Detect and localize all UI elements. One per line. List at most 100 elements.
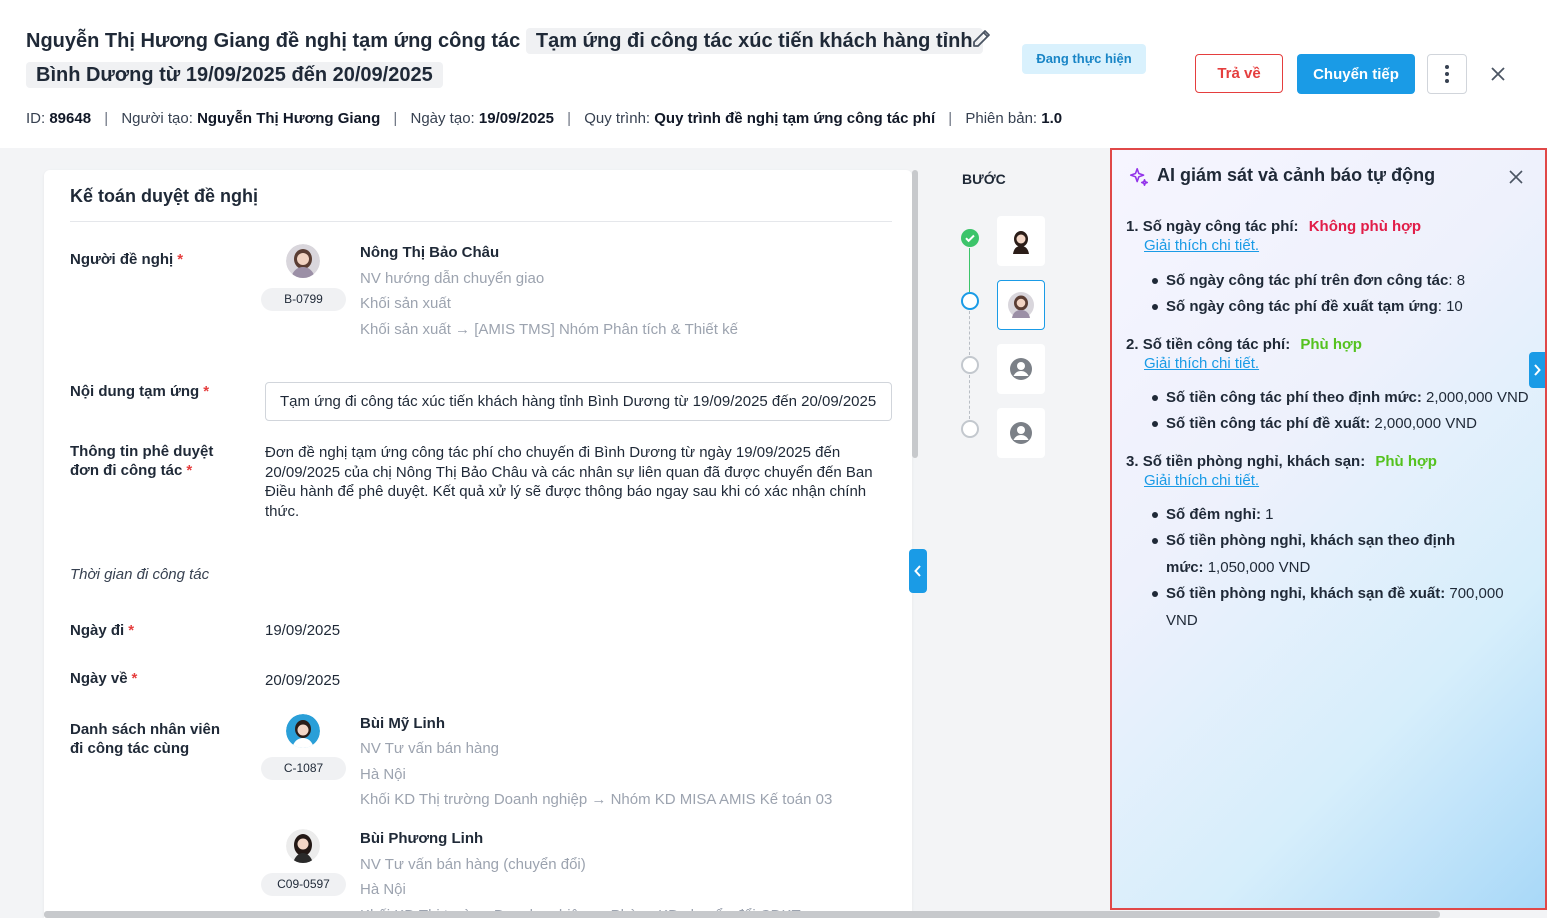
required-mark: *: [203, 383, 210, 400]
status-badge: Đang thực hiện: [1022, 44, 1146, 74]
meta-id-label: ID:: [26, 110, 46, 127]
staff-list-label: Danh sách nhân viên đi công tác cùng: [70, 720, 220, 758]
staff-org-path: Khối KD Thị trường Doanh nghiệp → Nhóm K…: [360, 791, 833, 808]
header: Nguyễn Thị Hương Giang đề nghị tạm ứng c…: [0, 0, 1547, 148]
requester-org-path: Khối sản xuất → [AMIS TMS] Nhóm Phân tíc…: [360, 321, 738, 338]
required-mark: *: [177, 251, 184, 268]
step-pending-dot[interactable]: [961, 420, 979, 438]
divider: [70, 221, 892, 222]
bullet-value: 1,050,000 VND: [1203, 558, 1311, 576]
label-text: Thông tin phê duyệt: [70, 443, 214, 460]
meta-created: 19/09/2025: [478, 110, 554, 127]
bullet-label: Số tiền phòng nghỉ, khách sạn đề xuất:: [1166, 585, 1446, 602]
label-text: Ngày đi: [70, 622, 125, 639]
staff-unit: Hà Nội: [360, 881, 406, 898]
horizontal-scrollbar[interactable]: [44, 911, 1440, 918]
steps-title: BƯỚC: [962, 171, 1006, 187]
depart-date-value[interactable]: 19/09/2025: [265, 622, 340, 639]
close-icon: [1491, 67, 1505, 81]
depart-date-label: Ngày đi *: [70, 621, 134, 640]
step-1-approver[interactable]: [997, 216, 1045, 266]
bullet-label: Số ngày công tác phí trên đơn công tác: [1166, 272, 1449, 289]
bullet-label: Số ngày công tác phí đề xuất tạm ứng: [1166, 298, 1438, 315]
requester-name[interactable]: Nông Thị Bảo Châu: [360, 244, 499, 261]
user-placeholder-icon: [1010, 422, 1032, 444]
trip-time-section: Thời gian đi công tác: [70, 566, 210, 583]
bullet-item: Số tiền phòng nghỉ, khách sạn theo định …: [1152, 528, 1496, 581]
advance-content-input[interactable]: Tạm ứng đi công tác xúc tiến khách hàng …: [265, 382, 892, 421]
page-title: Nguyễn Thị Hương Giang đề nghị tạm ứng c…: [26, 24, 986, 92]
meta-version-label: Phiên bản:: [965, 110, 1038, 127]
bullet-item: Số tiền công tác phí đề xuất: 2,000,000 …: [1152, 411, 1536, 438]
meta-id: 89648: [49, 110, 92, 127]
item-number: 2.: [1126, 336, 1139, 353]
chevron-right-icon: [1534, 364, 1541, 376]
bullet-item: Số ngày công tác phí đề xuất tạm ứng: 10: [1152, 294, 1536, 321]
sparkle-icon: [1129, 167, 1149, 187]
item-label: Số ngày công tác phí:: [1142, 218, 1299, 235]
label-text: đơn đi công tác: [70, 462, 183, 479]
step-3-approver[interactable]: [997, 344, 1045, 394]
check-item-hotel: 3. Số tiền phòng nghỉ, khách sạn: Phù hợ…: [1126, 453, 1437, 470]
close-button[interactable]: [1484, 60, 1512, 88]
meta-separator: |: [393, 110, 398, 127]
meta-creator: Nguyễn Thị Hương Giang: [197, 110, 381, 127]
avatar: [286, 244, 320, 278]
requester-unit: Khối sản xuất: [360, 295, 451, 312]
explain-detail-link[interactable]: Giải thích chi tiết.: [1144, 237, 1259, 254]
meta-separator: |: [104, 110, 109, 127]
staff-unit: Hà Nội: [360, 766, 406, 783]
bullet-label: Số tiền công tác phí đề xuất:: [1166, 415, 1371, 432]
pencil-icon[interactable]: [970, 26, 994, 50]
bullet-value: : 10: [1437, 298, 1463, 315]
employee-code: C-1087: [261, 757, 346, 780]
panel-toggle-tab[interactable]: [1529, 352, 1545, 388]
required-mark: *: [186, 462, 193, 479]
bullet-label: Số đêm nghỉ:: [1166, 506, 1261, 523]
bullet-value: 2,000,000 VND: [1421, 389, 1529, 406]
return-date-value[interactable]: 20/09/2025: [265, 672, 340, 689]
meta-separator: |: [948, 110, 953, 127]
collapse-form-toggle[interactable]: [909, 549, 927, 593]
staff-name[interactable]: Bùi Mỹ Linh: [360, 715, 445, 732]
avatar: [1008, 292, 1034, 318]
more-vertical-icon: [1445, 65, 1449, 83]
result-not-matched: Không phù hợp: [1308, 218, 1422, 235]
meta-separator: |: [567, 110, 572, 127]
meta-creator-label: Người tạo:: [121, 110, 193, 127]
approval-info-text: Đơn đề nghị tạm ứng công tác phí cho chu…: [265, 444, 873, 520]
meta-process: Quy trình đề nghị tạm ứng công tác phí: [654, 110, 936, 127]
return-button[interactable]: Trả về: [1195, 54, 1283, 93]
item-label: Số tiền công tác phí:: [1142, 336, 1291, 353]
bullet-item: Số tiền phòng nghỉ, khách sạn đề xuất: 7…: [1152, 581, 1536, 634]
return-date-label: Ngày về *: [70, 669, 137, 688]
staff-position: NV Tư vấn bán hàng: [360, 740, 500, 757]
explain-detail-link[interactable]: Giải thích chi tiết.: [1144, 472, 1259, 489]
ai-monitoring-panel: AI giám sát và cảnh báo tự động 1. Số ng…: [1110, 148, 1547, 910]
item-label: Số tiền phòng nghỉ, khách sạn:: [1142, 453, 1366, 470]
result-matched: Phù hợp: [1300, 336, 1362, 353]
staff-name[interactable]: Bùi Phương Linh: [360, 830, 483, 847]
step-4-approver[interactable]: [997, 408, 1045, 458]
bullet-value: 2,000,000 VND: [1370, 415, 1477, 432]
explain-detail-link[interactable]: Giải thích chi tiết.: [1144, 355, 1259, 372]
forward-button[interactable]: Chuyển tiếp: [1297, 54, 1415, 94]
step-pending-dot[interactable]: [961, 356, 979, 374]
label-text: Người đề nghị: [70, 251, 174, 268]
form-scrollbar[interactable]: [912, 170, 918, 458]
avatar: [286, 829, 320, 863]
bullet-value: 1: [1261, 506, 1274, 523]
form-title: Kế toán duyệt đề nghị: [70, 186, 259, 206]
required-mark: *: [131, 670, 138, 687]
close-icon[interactable]: [1506, 167, 1526, 187]
ai-panel-title: AI giám sát và cảnh báo tự động: [1157, 165, 1436, 185]
more-options-button[interactable]: [1427, 54, 1467, 94]
label-text: Ngày về: [70, 670, 128, 687]
approval-form-card: Kế toán duyệt đề nghị Người đề nghị * B-0…: [44, 170, 912, 918]
step-2-approver[interactable]: [997, 280, 1045, 330]
step-current-dot[interactable]: [961, 292, 979, 310]
staff-position: NV Tư vấn bán hàng (chuyển đổi): [360, 856, 586, 873]
item-number: 3.: [1126, 453, 1139, 470]
avatar: [1013, 231, 1029, 254]
meta-process-label: Quy trình:: [584, 110, 651, 127]
